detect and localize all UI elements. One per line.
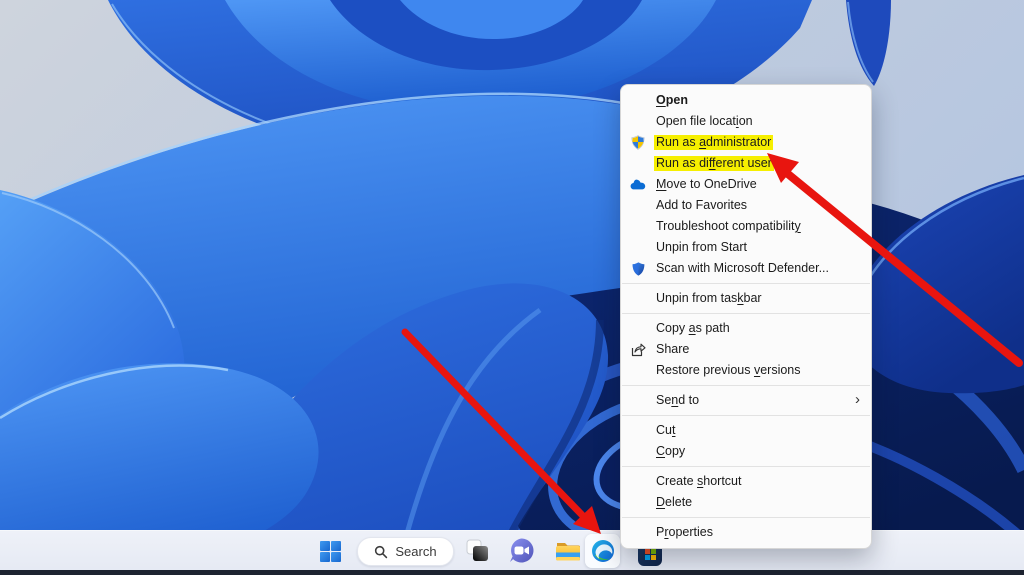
task-view-icon: [466, 539, 488, 561]
chat-icon: [510, 538, 534, 563]
chat-button[interactable]: [508, 537, 535, 569]
menu-item-restore-previous-versions[interactable]: Restore previous versions: [621, 360, 871, 381]
menu-item-share[interactable]: Share: [621, 339, 871, 360]
context-menu: Open Open file location Run as administr…: [620, 84, 872, 549]
menu-item-run-as-administrator[interactable]: Run as administrator: [621, 132, 871, 153]
menu-item-add-to-favorites[interactable]: Add to Favorites: [621, 195, 871, 216]
menu-item-move-to-onedrive[interactable]: Move to OneDrive: [621, 174, 871, 195]
menu-item-copy-as-path[interactable]: Copy as path: [621, 318, 871, 339]
menu-item-cut[interactable]: Cut: [621, 420, 871, 441]
onedrive-icon: [630, 177, 646, 193]
menu-item-copy[interactable]: Copy: [621, 441, 871, 462]
menu-item-run-as-different-user[interactable]: Run as different user: [621, 153, 871, 174]
menu-separator: [622, 385, 870, 386]
menu-item-properties[interactable]: Properties: [621, 522, 871, 543]
menu-separator: [622, 415, 870, 416]
search-box[interactable]: Search: [357, 537, 454, 566]
task-view-button[interactable]: [466, 539, 489, 567]
microsoft-app-icon: [644, 548, 656, 560]
menu-item-unpin-from-taskbar[interactable]: Unpin from taskbar: [621, 288, 871, 309]
menu-item-unpin-from-start[interactable]: Unpin from Start: [621, 237, 871, 258]
share-icon: [630, 342, 646, 358]
defender-shield-icon: [630, 261, 646, 277]
menu-item-delete[interactable]: Delete: [621, 492, 871, 513]
menu-separator: [622, 517, 870, 518]
file-explorer-button[interactable]: [555, 539, 581, 567]
menu-item-open-file-location[interactable]: Open file location: [621, 111, 871, 132]
desktop: Search Open Open file location Run as ad…: [0, 0, 1024, 575]
edge-icon: [591, 540, 614, 562]
submenu-chevron-icon: ›: [855, 390, 860, 408]
menu-item-open[interactable]: Open: [621, 90, 871, 111]
menu-item-scan-with-microsoft-defender[interactable]: Scan with Microsoft Defender...: [621, 258, 871, 279]
edge-taskbar-button[interactable]: [585, 534, 620, 568]
menu-item-send-to[interactable]: Send to ›: [621, 390, 871, 411]
menu-item-troubleshoot-compatibility[interactable]: Troubleshoot compatibility: [621, 216, 871, 237]
menu-separator: [622, 466, 870, 467]
menu-separator: [622, 283, 870, 284]
screen-bottom-edge: [0, 570, 1024, 575]
menu-item-create-shortcut[interactable]: Create shortcut: [621, 471, 871, 492]
search-icon: [375, 545, 388, 558]
windows-start-icon: [320, 541, 341, 562]
menu-separator: [622, 313, 870, 314]
search-label: Search: [395, 544, 437, 559]
file-explorer-icon: [556, 543, 580, 561]
uac-shield-icon: [630, 135, 646, 151]
start-button[interactable]: [319, 540, 342, 568]
